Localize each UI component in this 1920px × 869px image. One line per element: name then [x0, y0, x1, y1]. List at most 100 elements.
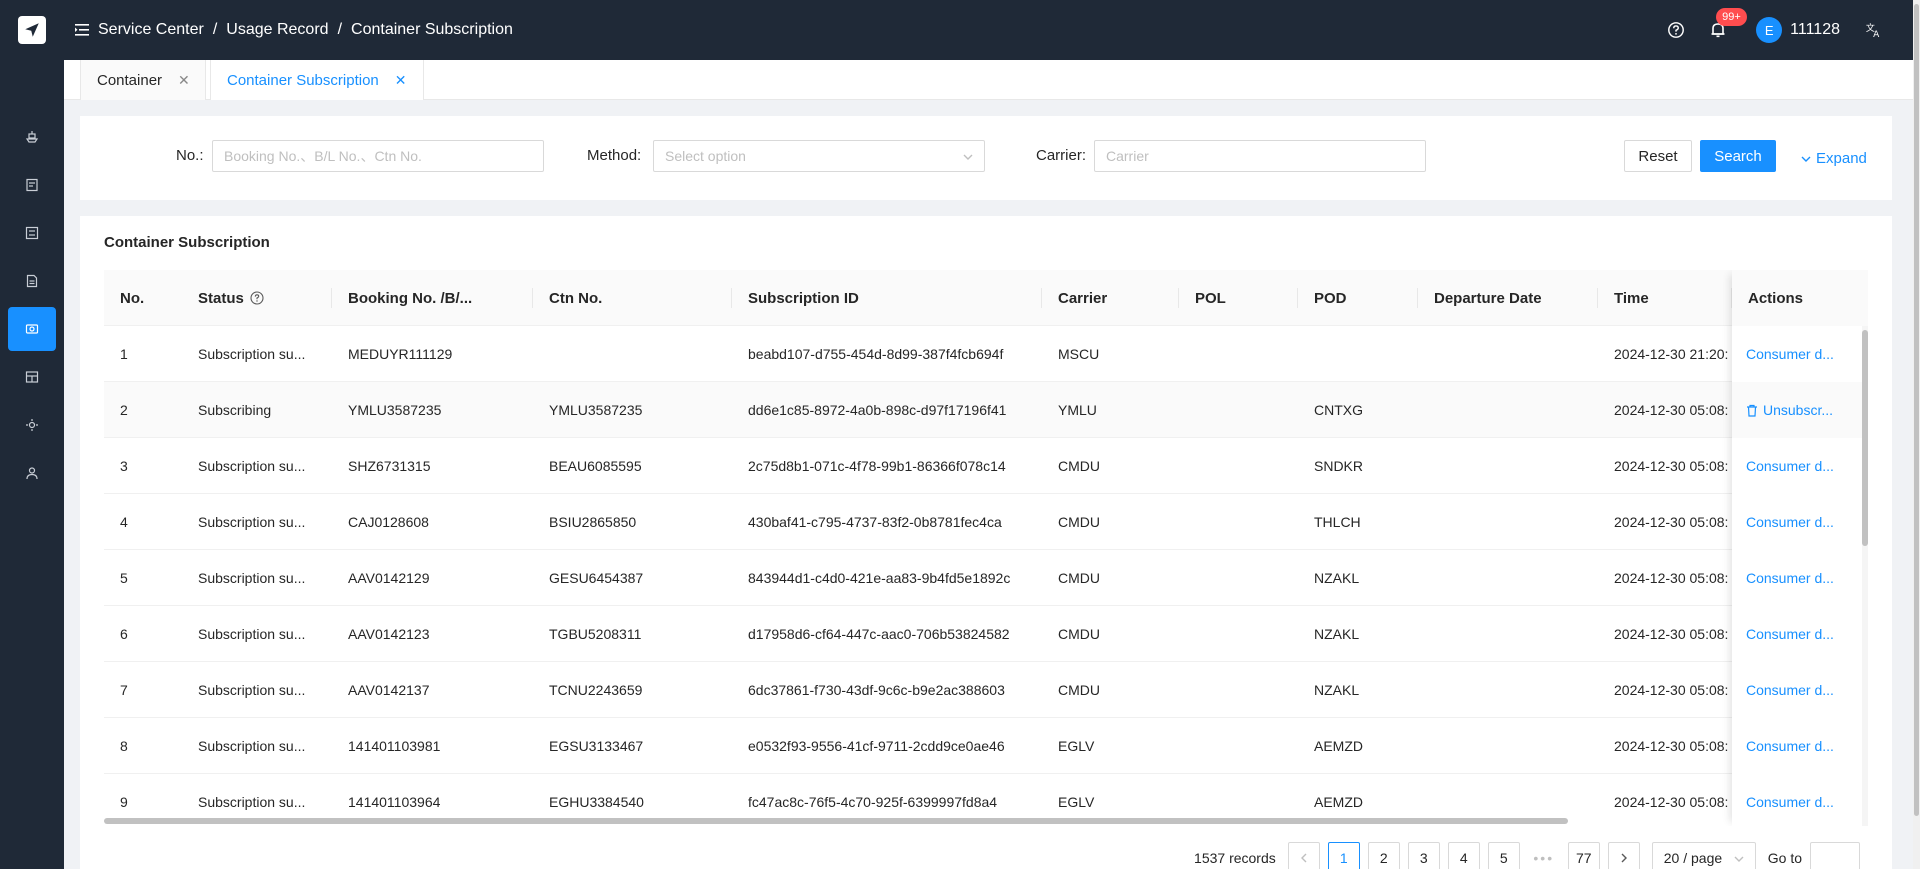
page-list: 12345: [1327, 842, 1528, 869]
cell-text: BEAU6085595: [549, 458, 642, 474]
cell-text: CMDU: [1058, 626, 1100, 642]
user-icon: [25, 466, 39, 480]
cell-status: Subscribing: [182, 382, 332, 438]
help-icon[interactable]: [1666, 20, 1686, 40]
tab-container-subscription[interactable]: Container Subscription ✕: [210, 60, 424, 100]
cell-status: Subscription su...: [182, 662, 332, 718]
cell-carrier: CMDU: [1042, 606, 1179, 662]
cell-pol: [1179, 718, 1298, 774]
paper-plane-icon: [18, 16, 46, 44]
table-row[interactable]: 3 Subscription su... SHZ6731315 BEAU6085595…: [104, 438, 1868, 494]
cell-no: 2: [104, 382, 182, 438]
cell-carrier: CMDU: [1042, 494, 1179, 550]
header-col-carrier: Carrier: [1042, 270, 1179, 326]
page-size-select[interactable]: 20 / page: [1651, 842, 1756, 869]
method-select[interactable]: Select option: [653, 140, 985, 172]
cell-text: TCNU2243659: [549, 682, 643, 698]
no-input[interactable]: Booking No.、B/L No.、Ctn No.: [212, 140, 544, 172]
file-icon: [25, 274, 39, 288]
help-circle-icon[interactable]: [250, 291, 264, 305]
cell-text: CMDU: [1058, 458, 1100, 474]
cell-pod: NZAKL: [1298, 550, 1418, 606]
cell-text: CMDU: [1058, 570, 1100, 586]
sidebar-item-2[interactable]: [8, 163, 56, 207]
page-button[interactable]: 3: [1407, 842, 1440, 869]
table-row[interactable]: 2 Subscribing YMLU3587235 YMLU3587235 dd6e1c…: [104, 382, 1868, 438]
cell-subscription-id: 2c75d8b1-071c-4f78-99b1-86366f078c14: [732, 438, 1042, 494]
cell-text: dd6e1c85-8972-4a0b-898c-d97f17196f41: [748, 402, 1007, 418]
avatar[interactable]: E: [1756, 17, 1783, 43]
cell-time: 2024-12-30 05:08:: [1598, 662, 1732, 718]
page-scrollbar-thumb[interactable]: [1914, 4, 1919, 816]
header-col-status: Status: [182, 270, 332, 326]
cell-text: fc47ac8c-76f5-4c70-925f-6399997fd8a4: [748, 794, 998, 810]
sidebar-item-3[interactable]: [8, 211, 56, 255]
prev-page-button[interactable]: [1287, 842, 1320, 869]
reset-button[interactable]: Reset: [1624, 140, 1692, 172]
table-row[interactable]: 8 Subscription su... 141401103981 EGSU31334…: [104, 718, 1868, 774]
cell-text: Subscription su...: [198, 626, 306, 642]
page-button-last[interactable]: 77: [1567, 842, 1600, 869]
page-button[interactable]: 5: [1487, 842, 1520, 869]
cell-no: 6: [104, 606, 182, 662]
table-header: No. Status Booking No. /B/... Ctn No. Subscr…: [104, 270, 1868, 326]
goto-page-input[interactable]: [1810, 842, 1860, 869]
close-icon[interactable]: ✕: [178, 72, 190, 89]
sidebar-item-8[interactable]: [8, 451, 56, 495]
close-icon[interactable]: ✕: [395, 72, 407, 89]
table-row[interactable]: 5 Subscription su... AAV0142129 GESU6454387…: [104, 550, 1868, 606]
header-actions: 99+ E 111128 文A: [1666, 0, 1920, 60]
sidebar-item-6[interactable]: [8, 355, 56, 399]
cell-no: 3: [104, 438, 182, 494]
breadcrumb-item: Container Subscription: [351, 21, 513, 38]
column-label: POD: [1314, 289, 1347, 307]
expand-toggle[interactable]: Expand: [1800, 150, 1867, 167]
sidebar-nav: [0, 115, 64, 499]
cell-time: 2024-12-30 05:08:: [1598, 438, 1732, 494]
header-col-subscription-id: Subscription ID: [732, 270, 1042, 326]
sidebar-item-1[interactable]: [8, 115, 56, 159]
page-button[interactable]: 4: [1447, 842, 1480, 869]
cell-text: CAJ0128608: [348, 514, 429, 530]
table-row[interactable]: 6 Subscription su... AAV0142123 TGBU5208311…: [104, 606, 1868, 662]
sidebar-item-4[interactable]: [8, 259, 56, 303]
cell-text: TGBU5208311: [549, 626, 642, 642]
cell-text: 2: [120, 402, 128, 418]
column-label: POL: [1195, 289, 1226, 307]
page-button[interactable]: 1: [1327, 842, 1360, 869]
pagination-ellipsis[interactable]: •••: [1528, 850, 1560, 866]
table-horizontal-scrollbar[interactable]: [104, 818, 1568, 824]
breadcrumb-item[interactable]: Usage Record: [226, 21, 328, 39]
cell-status: Subscription su...: [182, 438, 332, 494]
page-button[interactable]: 2: [1367, 842, 1400, 869]
menu-fold-icon[interactable]: [74, 22, 90, 38]
search-button[interactable]: Search: [1700, 140, 1776, 172]
cell-status: Subscription su...: [182, 606, 332, 662]
page-scrollbar[interactable]: [1913, 0, 1920, 869]
page-size-value: 20 / page: [1663, 850, 1723, 866]
table-vertical-scrollbar-thumb[interactable]: [1862, 330, 1868, 546]
cell-booking: CAJ0128608: [332, 494, 533, 550]
table-row[interactable]: 4 Subscription su... CAJ0128608 BSIU2865850…: [104, 494, 1868, 550]
translate-icon[interactable]: 文A: [1864, 20, 1884, 40]
cell-ctn: BSIU2865850: [533, 494, 732, 550]
table-row[interactable]: 1 Subscription su... MEDUYR111129 beabd107-…: [104, 326, 1868, 382]
logo[interactable]: [0, 0, 64, 60]
cell-text: CNTXG: [1314, 402, 1363, 418]
breadcrumb-item[interactable]: Service Center: [98, 21, 204, 39]
cell-text: NZAKL: [1314, 570, 1360, 586]
carrier-input[interactable]: Carrier: [1094, 140, 1426, 172]
cell-ctn: TCNU2243659: [533, 662, 732, 718]
notification-bell-icon[interactable]: 99+: [1708, 8, 1747, 40]
sidebar-item-5[interactable]: [8, 307, 56, 351]
tab-container[interactable]: Container ✕: [80, 60, 206, 100]
sidebar-item-7[interactable]: [8, 403, 56, 447]
next-page-button[interactable]: [1607, 842, 1640, 869]
cell-booking: SHZ6731315: [332, 438, 533, 494]
cell-ctn: EGSU3133467: [533, 718, 732, 774]
table-row[interactable]: 7 Subscription su... AAV0142137 TCNU2243659…: [104, 662, 1868, 718]
username[interactable]: 111128: [1790, 21, 1840, 39]
settings-icon: [25, 418, 39, 432]
breadcrumb: Service Center / Usage Record / Containe…: [98, 21, 513, 39]
table-vertical-scrollbar[interactable]: [1862, 326, 1868, 826]
